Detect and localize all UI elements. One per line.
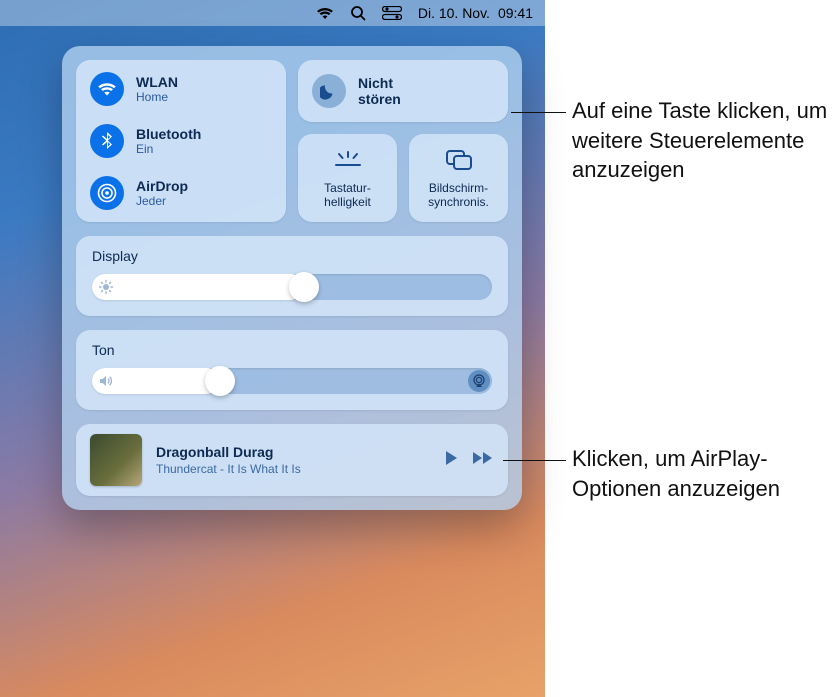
menubar-date: Di. 10. Nov. (418, 5, 490, 21)
album-art (90, 434, 142, 486)
do-not-disturb-button[interactable]: Nicht stören (298, 60, 508, 122)
airdrop-toggle[interactable]: AirDrop Jeder (90, 176, 272, 210)
annotation-text: Klicken, um AirPlay-Optionen anzuzeigen (572, 444, 832, 503)
menubar-time: 09:41 (498, 5, 533, 21)
now-playing-card[interactable]: Dragonball Durag Thundercat - It Is What… (76, 424, 508, 496)
wifi-icon[interactable] (316, 6, 334, 20)
screen-mirroring-icon (444, 146, 474, 174)
control-center-icon[interactable] (382, 6, 402, 20)
airplay-audio-button[interactable] (468, 370, 490, 392)
connectivity-card: WLAN Home Bluetooth Ein AirDrop (76, 60, 286, 222)
next-track-button[interactable] (472, 450, 494, 471)
now-playing-title: Dragonball Durag (156, 444, 428, 460)
play-button[interactable] (442, 449, 460, 472)
wlan-status: Home (136, 90, 178, 104)
wlan-toggle[interactable]: WLAN Home (90, 72, 272, 106)
menubar: Di. 10. Nov. 09:41 (0, 0, 545, 26)
sound-label: Ton (92, 342, 492, 358)
airdrop-icon (90, 176, 124, 210)
brightness-icon (98, 279, 114, 295)
keyboard-brightness-icon (332, 146, 364, 174)
volume-icon (98, 373, 114, 389)
display-card: Display (76, 236, 508, 316)
now-playing-subtitle: Thundercat - It Is What It Is (156, 462, 428, 476)
display-label: Display (92, 248, 492, 264)
bluetooth-icon (90, 124, 124, 158)
menubar-datetime[interactable]: Di. 10. Nov. 09:41 (418, 5, 533, 21)
airdrop-title: AirDrop (136, 178, 188, 194)
annotation-text: Auf eine Taste klicken, um weitere Steue… (572, 96, 832, 185)
bluetooth-status: Ein (136, 142, 201, 156)
wlan-title: WLAN (136, 74, 178, 90)
annotation-leader-line (511, 112, 566, 113)
control-center-panel: WLAN Home Bluetooth Ein AirDrop (62, 46, 522, 510)
keyboard-brightness-button[interactable]: Tastatur- helligkeit (298, 134, 397, 222)
screen-mirroring-button[interactable]: Bildschirm- synchronis. (409, 134, 508, 222)
bluetooth-toggle[interactable]: Bluetooth Ein (90, 124, 272, 158)
annotation-leader-line (503, 460, 566, 461)
sound-card: Ton (76, 330, 508, 410)
airplay-icon (472, 374, 486, 388)
search-icon[interactable] (350, 5, 366, 21)
sound-slider[interactable] (92, 368, 492, 394)
wifi-icon (90, 72, 124, 106)
bluetooth-title: Bluetooth (136, 126, 201, 142)
screen-mirroring-label: Bildschirm- synchronis. (428, 182, 489, 210)
airdrop-status: Jeder (136, 194, 188, 208)
dnd-label: Nicht stören (358, 75, 401, 107)
display-slider[interactable] (92, 274, 492, 300)
keyboard-brightness-label: Tastatur- helligkeit (324, 182, 371, 210)
moon-icon (312, 74, 346, 108)
